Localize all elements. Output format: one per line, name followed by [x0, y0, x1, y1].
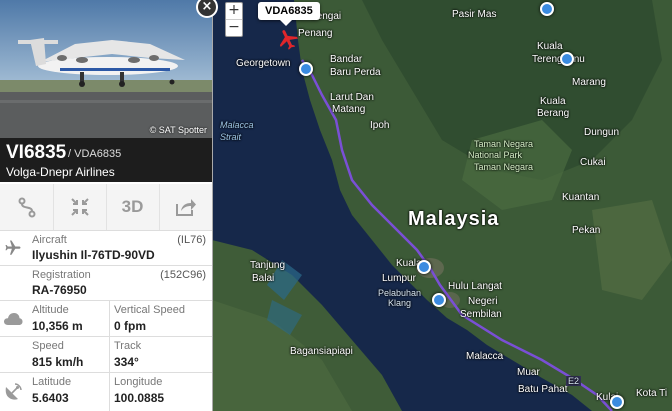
registration-row: Registration (152C96) RA-76950 [0, 266, 212, 301]
vertical-speed-value: 0 fpm [114, 319, 147, 333]
cloud-icon [0, 301, 26, 336]
track-label: Track [114, 340, 142, 352]
label-balai: Balai [252, 273, 275, 284]
label-malacca-strait-1: Malacca [220, 120, 254, 130]
label-georgetown: Georgetown [236, 58, 291, 69]
label-penang: Penang [298, 28, 333, 39]
toolbar: 3D [0, 184, 212, 231]
label-pasir-mas: Pasir Mas [452, 9, 497, 20]
label-pekan: Pekan [572, 225, 601, 236]
flight-info-panel: © SAT Spotter VI6835 / VDA6835 Volga-Dne… [0, 0, 213, 411]
aircraft-photo-image [0, 0, 212, 138]
airport-pin-penang[interactable] [299, 62, 313, 76]
label-malacca: Malacca [466, 351, 504, 362]
airplane-icon[interactable] [276, 27, 300, 51]
divider [109, 373, 110, 411]
flight-callout[interactable]: VDA6835 [258, 2, 320, 26]
airport-pin-kota-bharu[interactable] [540, 2, 554, 16]
vertical-speed-label: Vertical Speed [114, 304, 185, 316]
zoom-out-button[interactable]: − [226, 19, 242, 36]
label-larut-dan: Larut Dan [330, 92, 374, 103]
longitude-label: Longitude [114, 376, 163, 388]
collapse-arrows-icon [70, 198, 89, 216]
label-kuala-berang-2: Berang [537, 108, 570, 119]
label-tanjung: Tanjung [250, 260, 286, 271]
label-pelabuhan-2: Klang [388, 298, 412, 308]
latitude-label: Latitude [32, 376, 72, 388]
aircraft-code: (IL76) [177, 234, 206, 246]
label-batu-pahat: Batu Pahat [518, 384, 568, 395]
airport-pin-johor[interactable] [610, 395, 624, 409]
registration-label: Registration [32, 269, 91, 281]
registration-code: (152C96) [160, 269, 206, 281]
airport-pin-klia[interactable] [432, 293, 446, 307]
center-button[interactable] [53, 184, 107, 230]
label-ipoh: Ipoh [370, 120, 390, 131]
label-bandar: Bandar [330, 54, 363, 65]
airport-pin-kuala-lumpur[interactable] [417, 260, 431, 274]
label-malaysia: Malaysia [408, 208, 500, 230]
aircraft-label: Aircraft [32, 234, 67, 246]
label-hulu-langat: Hulu Langat [448, 281, 502, 292]
speed-row: Speed 815 km/h Track 334° [0, 337, 212, 373]
aircraft-photo[interactable]: © SAT Spotter [0, 0, 212, 138]
share-icon [175, 199, 196, 216]
speed-value: 815 km/h [32, 355, 84, 369]
label-marang: Marang [572, 77, 606, 88]
longitude-value: 100.0885 [114, 391, 165, 405]
label-matang: Matang [332, 104, 366, 115]
3d-view-button[interactable]: 3D [106, 184, 160, 230]
label-kuala-berang-1: Kuala [540, 96, 566, 107]
flight-header: VI6835 / VDA6835 Volga-Dnepr Airlines [0, 138, 212, 182]
label-malacca-strait-2: Strait [220, 132, 242, 142]
zoom-in-button[interactable]: + [226, 3, 242, 19]
label-baru-perda: Baru Perda [330, 67, 381, 78]
label-kuala-terengganu-1: Kuala [537, 41, 563, 52]
label-kuala-lumpur-2: Lumpur [382, 273, 416, 284]
aircraft-row: Aircraft (IL76) Ilyushin Il-76TD-90VD [0, 231, 212, 266]
divider [109, 337, 110, 372]
map-view[interactable]: Sengai Pasir Mas Penang Georgetown Banda… [212, 0, 672, 411]
route-button[interactable] [0, 184, 54, 230]
label-pelabuhan-1: Pelabuhan [378, 288, 422, 298]
track-value: 334° [114, 355, 139, 369]
label-e2: E2 [566, 376, 582, 386]
label-muar: Muar [517, 367, 540, 378]
altitude-row: Altitude 10,356 m Vertical Speed 0 fpm [0, 301, 212, 337]
label-park-2: National Park [468, 150, 523, 160]
position-row: Latitude 5.6403 Longitude 100.0885 [0, 373, 212, 411]
divider [109, 301, 110, 336]
airline-name[interactable]: Volga-Dnepr Airlines [6, 165, 115, 179]
altitude-label: Altitude [32, 304, 69, 316]
label-bagansiapiapi: Bagansiapiapi [290, 346, 353, 357]
photo-credit: © SAT Spotter [149, 125, 207, 135]
satellite-dish-icon [0, 373, 26, 411]
airport-pin-kuala-terengganu[interactable] [560, 52, 574, 66]
label-negeri-1: Negeri [468, 296, 498, 307]
latitude-value: 5.6403 [32, 391, 69, 405]
aircraft-icon [0, 231, 26, 265]
callsign: / VDA6835 [68, 148, 122, 160]
speed-label: Speed [32, 340, 64, 352]
altitude-value: 10,356 m [32, 319, 83, 333]
route-icon [18, 197, 35, 218]
share-button[interactable] [159, 184, 212, 230]
label-cukai: Cukai [580, 157, 606, 168]
zoom-control: + − [225, 2, 243, 37]
label-dungun: Dungun [584, 127, 620, 138]
label-park-1: Taman Negara [474, 139, 534, 149]
label-kota-tinggi: Kota Ti [636, 388, 668, 399]
label-kuala-terengganu-2: Terengganu [532, 54, 585, 65]
registration-value: RA-76950 [32, 283, 87, 297]
label-park-3: Taman Negara [474, 162, 534, 172]
flight-number: VI6835 [6, 142, 67, 163]
aircraft-value: Ilyushin Il-76TD-90VD [32, 248, 155, 262]
label-negeri-2: Sembilan [460, 309, 502, 320]
label-kuantan: Kuantan [562, 192, 600, 203]
